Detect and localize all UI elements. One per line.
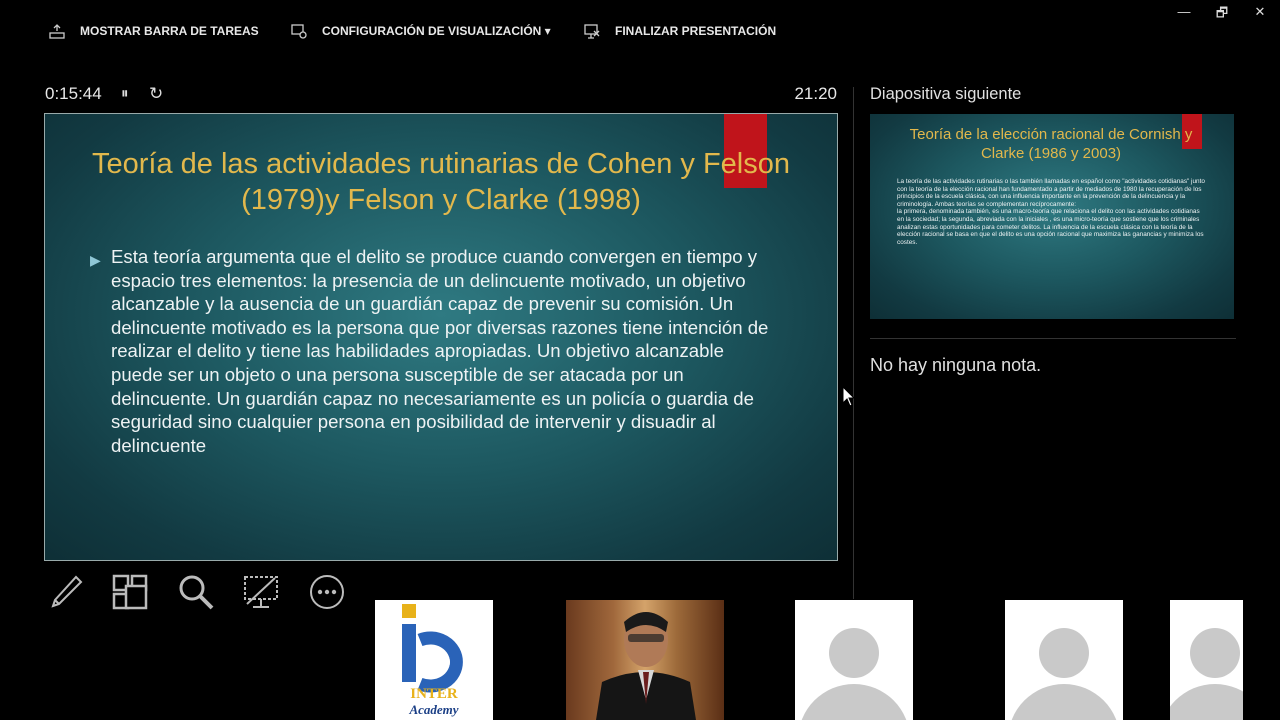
avatar-body-icon (1170, 684, 1243, 720)
display-settings-button[interactable]: CONFIGURACIÓN DE VISUALIZACIÓN ▾ (290, 20, 551, 42)
timer-row: 0:15:44 ⏸ ↻ 21:20 (45, 84, 837, 106)
restart-timer-icon[interactable]: ↻ (149, 84, 163, 104)
speaker-notes[interactable]: No hay ninguna nota. (870, 355, 1041, 376)
notes-divider (870, 338, 1236, 339)
elapsed-timer: 0:15:44 (45, 84, 102, 103)
restore-icon: 🗗 (1215, 5, 1229, 20)
black-screen-icon (244, 576, 278, 608)
participant-tile-logo[interactable]: INTER Academy (375, 600, 493, 720)
speaker-video-feed (596, 612, 696, 720)
taskbar-icon (49, 24, 65, 39)
bullet-arrow-icon: ▶ (90, 252, 101, 268)
end-slideshow-icon (584, 24, 600, 39)
show-taskbar-label: MOSTRAR BARRA DE TAREAS (80, 24, 259, 38)
avatar-body-icon (1008, 684, 1120, 720)
participant-tile-avatar-2[interactable] (1005, 600, 1123, 720)
slide-title: Teoría de las actividades rutinarias de … (92, 148, 790, 216)
more-options-button[interactable] (305, 570, 349, 614)
avatar-head-icon (829, 628, 879, 678)
see-all-slides-button[interactable] (108, 570, 152, 614)
display-settings-icon (291, 24, 307, 39)
logo-text-academy: Academy (409, 702, 459, 717)
pause-timer-icon[interactable]: ⏸ (121, 85, 129, 102)
zoom-button[interactable] (174, 570, 218, 614)
avatar-body-icon (798, 684, 910, 720)
current-time: 21:20 (794, 84, 837, 103)
participant-tile-avatar-3[interactable] (1170, 600, 1243, 720)
logo-text-inter: INTER (410, 686, 458, 702)
pen-tool-button[interactable] (44, 570, 88, 614)
presenter-toolbar: MOSTRAR BARRA DE TAREAS CONFIGURACIÓN DE… (0, 0, 1280, 60)
zoom-icon (179, 575, 214, 610)
black-screen-button[interactable] (239, 570, 283, 614)
display-settings-label: CONFIGURACIÓN DE VISUALIZACIÓN ▾ (322, 24, 551, 38)
next-slide-title: Teoría de la elección racional de Cornis… (909, 126, 1193, 162)
next-slide-body: La teoría de las actividades rutinarias … (897, 178, 1207, 246)
more-options-icon (310, 575, 344, 609)
show-taskbar-button[interactable]: MOSTRAR BARRA DE TAREAS (48, 20, 259, 42)
next-slide-thumbnail[interactable]: Teoría de la elección racional de Cornis… (870, 114, 1234, 319)
slide-body-text: Esta teoría argumenta que el delito se p… (111, 246, 769, 456)
pen-icon (51, 575, 83, 608)
participant-tile-avatar-1[interactable] (795, 600, 913, 720)
avatar-head-icon (1039, 628, 1089, 678)
pane-divider (853, 87, 854, 599)
next-slide-paragraph-1: La teoría de las actividades rutinarias … (897, 178, 1205, 208)
avatar-head-icon (1190, 628, 1240, 678)
restore-button[interactable]: 🗗 (1211, 4, 1233, 26)
minimize-icon: — (1177, 4, 1191, 19)
participant-tile-camera[interactable] (566, 600, 724, 720)
slides-grid-icon (112, 574, 148, 610)
next-slide-paragraph-2: la primera, denominada también, es una m… (897, 208, 1204, 246)
minimize-button[interactable]: — (1173, 4, 1195, 19)
close-icon: ✕ (1254, 4, 1266, 19)
end-slideshow-label: FINALIZAR PRESENTACIÓN (615, 24, 777, 38)
end-slideshow-button[interactable]: FINALIZAR PRESENTACIÓN (583, 20, 776, 42)
close-button[interactable]: ✕ (1249, 4, 1271, 20)
current-slide[interactable]: Teoría de las actividades rutinarias de … (44, 113, 838, 561)
next-slide-label: Diapositiva siguiente (870, 85, 1022, 103)
mouse-cursor-icon (842, 386, 856, 407)
